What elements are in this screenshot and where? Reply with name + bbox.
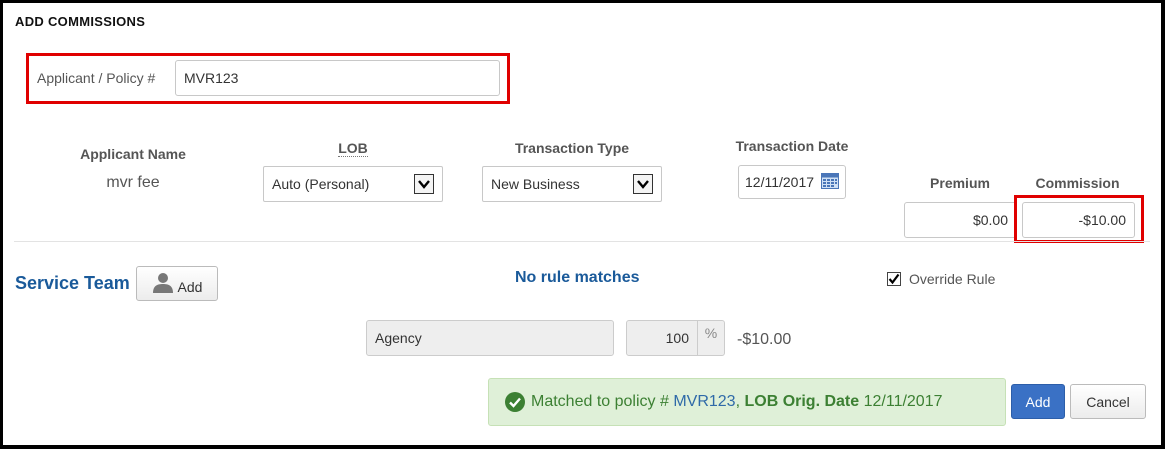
chevron-down-icon[interactable] — [414, 174, 434, 194]
transaction-type-select-value: New Business — [491, 176, 580, 192]
match-alert: Matched to policy # MVR123, LOB Orig. Da… — [488, 378, 1006, 426]
user-icon — [152, 271, 174, 296]
commission-value: -$10.00 — [1078, 212, 1126, 228]
split-name-field[interactable]: Agency — [366, 320, 614, 356]
split-percent-field[interactable]: 100 — [626, 320, 698, 356]
policy-label: Applicant / Policy # — [37, 70, 156, 86]
commission-header: Commission — [1035, 175, 1120, 191]
commission-input[interactable]: -$10.00 — [1022, 202, 1135, 238]
split-percent-value: 100 — [665, 330, 689, 346]
section-divider — [14, 241, 1150, 242]
check-circle-icon — [505, 392, 525, 412]
service-team-title: Service Team — [15, 273, 130, 293]
alert-lob-label: LOB Orig. Date — [744, 393, 860, 410]
percent-addon: % — [697, 320, 725, 356]
alert-policy-link[interactable]: MVR123 — [673, 393, 735, 411]
premium-value: $0.00 — [972, 212, 1008, 228]
premium-input[interactable]: $0.00 — [904, 202, 1017, 238]
chevron-down-icon[interactable] — [633, 174, 653, 194]
transaction-type-select[interactable]: New Business — [482, 166, 662, 202]
alert-prefix: Matched to policy # — [531, 393, 669, 410]
calendar-icon[interactable] — [821, 172, 839, 192]
split-amount: -$10.00 — [737, 331, 792, 348]
override-rule-checkbox[interactable] — [887, 272, 901, 286]
transaction-date-input[interactable]: 12/11/2017 — [738, 165, 846, 199]
page-title: ADD COMMISSIONS — [15, 14, 146, 29]
percent-symbol: % — [704, 325, 718, 341]
transaction-date-value: 12/11/2017 — [745, 174, 815, 190]
policy-input-value: MVR123 — [184, 70, 239, 86]
rule-status: No rule matches — [515, 269, 640, 286]
lob-select-value: Auto (Personal) — [272, 176, 370, 192]
split-name-value: Agency — [375, 330, 422, 346]
override-rule-checkbox-row[interactable]: Override Rule — [887, 271, 995, 287]
add-service-member-label: Add — [177, 278, 203, 295]
override-rule-label: Override Rule — [909, 271, 996, 287]
alert-date: 12/11/2017 — [863, 393, 943, 410]
premium-header: Premium — [930, 175, 990, 191]
lob-select[interactable]: Auto (Personal) — [263, 166, 443, 202]
cancel-button[interactable]: Cancel — [1070, 384, 1146, 419]
add-button[interactable]: Add — [1011, 384, 1065, 419]
policy-input[interactable]: MVR123 — [175, 60, 500, 96]
transaction-type-header: Transaction Type — [514, 140, 630, 156]
applicant-name-value: mvr fee — [106, 174, 160, 191]
lob-header: LOB — [338, 140, 368, 157]
transaction-date-header: Transaction Date — [735, 138, 849, 154]
alert-separator: , — [735, 393, 741, 410]
applicant-name-header: Applicant Name — [80, 146, 186, 162]
add-service-member-button[interactable]: Add — [136, 266, 218, 301]
